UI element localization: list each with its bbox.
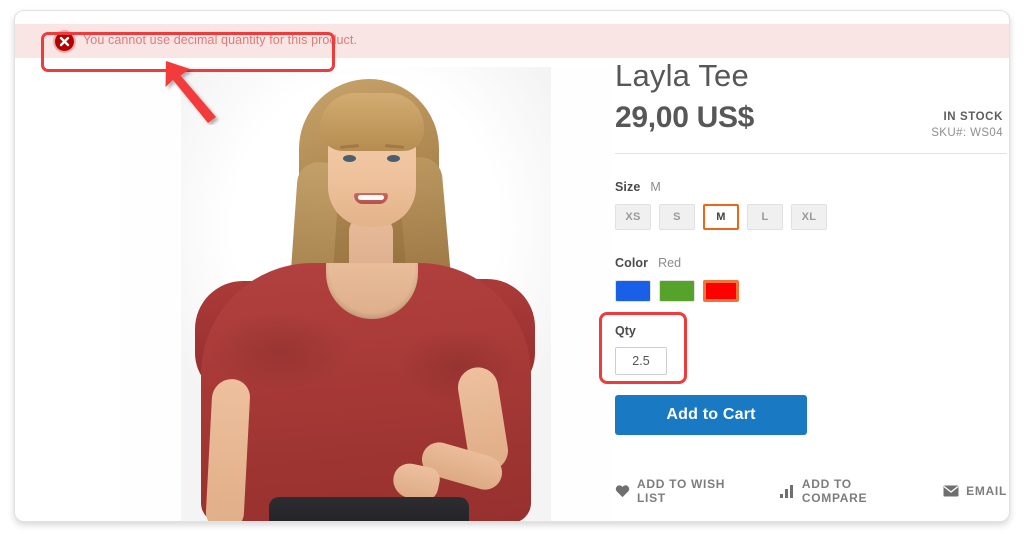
color-option-header: Color Red: [615, 256, 1007, 270]
error-circle-x-icon: [55, 32, 74, 51]
model-mouth: [354, 193, 388, 204]
add-to-cart-button[interactable]: Add to Cart: [615, 395, 807, 436]
model-eye-right: [387, 155, 400, 162]
product-page-frame: You cannot use decimal quantity for this…: [14, 10, 1010, 522]
color-label: Color: [615, 256, 649, 271]
error-message-text: You cannot use decimal quantity for this…: [83, 33, 358, 47]
product-main-image[interactable]: [121, 67, 611, 521]
sku-label: SKU#:: [931, 127, 967, 140]
color-selected-value: Red: [658, 256, 682, 271]
model-hair-front: [320, 93, 424, 151]
sku-value: WS04: [970, 127, 1003, 140]
price-row: 29,00 US$ IN STOCK SKU#: WS04: [615, 101, 1007, 143]
status-badge: IN STOCK: [943, 111, 1003, 124]
model-arm-left: [205, 378, 251, 521]
qty-label: Qty: [615, 324, 636, 339]
model-pants: [269, 497, 469, 521]
screenshot-root: You cannot use decimal quantity for this…: [0, 0, 1024, 536]
add-to-wish-list-link[interactable]: ADD TO WISH LIST: [615, 477, 750, 505]
color-option-group: Color Red: [615, 256, 1007, 303]
product-info-column: Layla Tee 29,00 US$ IN STOCK SKU#: WS04 …: [599, 58, 1007, 505]
add-to-compare-label: ADD TO COMPARE: [801, 477, 868, 506]
product-social-links: ADD TO WISH LIST ADD TO COMPARE EMAIL: [615, 477, 1007, 505]
color-swatch-red[interactable]: [703, 280, 739, 303]
product-sku: SKU#: WS04: [931, 127, 1003, 139]
envelope-icon: [943, 485, 959, 497]
quantity-stepper[interactable]: [615, 347, 667, 376]
add-to-compare-link[interactable]: ADD TO COMPARE: [779, 477, 913, 506]
section-divider: [615, 153, 1007, 155]
size-option-group: Size M XS S M L XL: [615, 180, 1007, 231]
color-swatch-row: [615, 280, 1007, 303]
add-to-wish-list-label: ADD TO WISH LIST: [637, 477, 726, 506]
size-option-header: Size M: [615, 180, 1007, 194]
product-image-gallery[interactable]: [121, 67, 611, 521]
email-link[interactable]: EMAIL: [943, 484, 1007, 498]
size-swatch-xl[interactable]: XL: [791, 204, 827, 231]
page-title: Layla Tee: [615, 58, 749, 93]
stock-info: IN STOCK SKU#: WS04: [931, 111, 1003, 139]
size-swatch-m[interactable]: M: [703, 204, 739, 231]
compare-bars-icon: [779, 484, 795, 498]
size-swatch-l[interactable]: L: [747, 204, 783, 231]
size-label: Size: [615, 180, 641, 195]
heart-icon: [615, 484, 630, 498]
size-swatch-xs[interactable]: XS: [615, 204, 651, 231]
size-selected-value: M: [650, 180, 661, 195]
qty-block: Qty: [599, 312, 815, 385]
product-price: 29,00 US$: [615, 101, 755, 135]
model-figure: [121, 67, 611, 521]
error-message-banner: You cannot use decimal quantity for this…: [15, 24, 1009, 58]
color-swatch-green[interactable]: [659, 280, 695, 303]
email-label: EMAIL: [966, 484, 1007, 499]
size-swatch-row: XS S M L XL: [615, 204, 1007, 231]
model-eye-left: [343, 155, 356, 162]
size-swatch-s[interactable]: S: [659, 204, 695, 231]
color-swatch-blue[interactable]: [615, 280, 651, 303]
